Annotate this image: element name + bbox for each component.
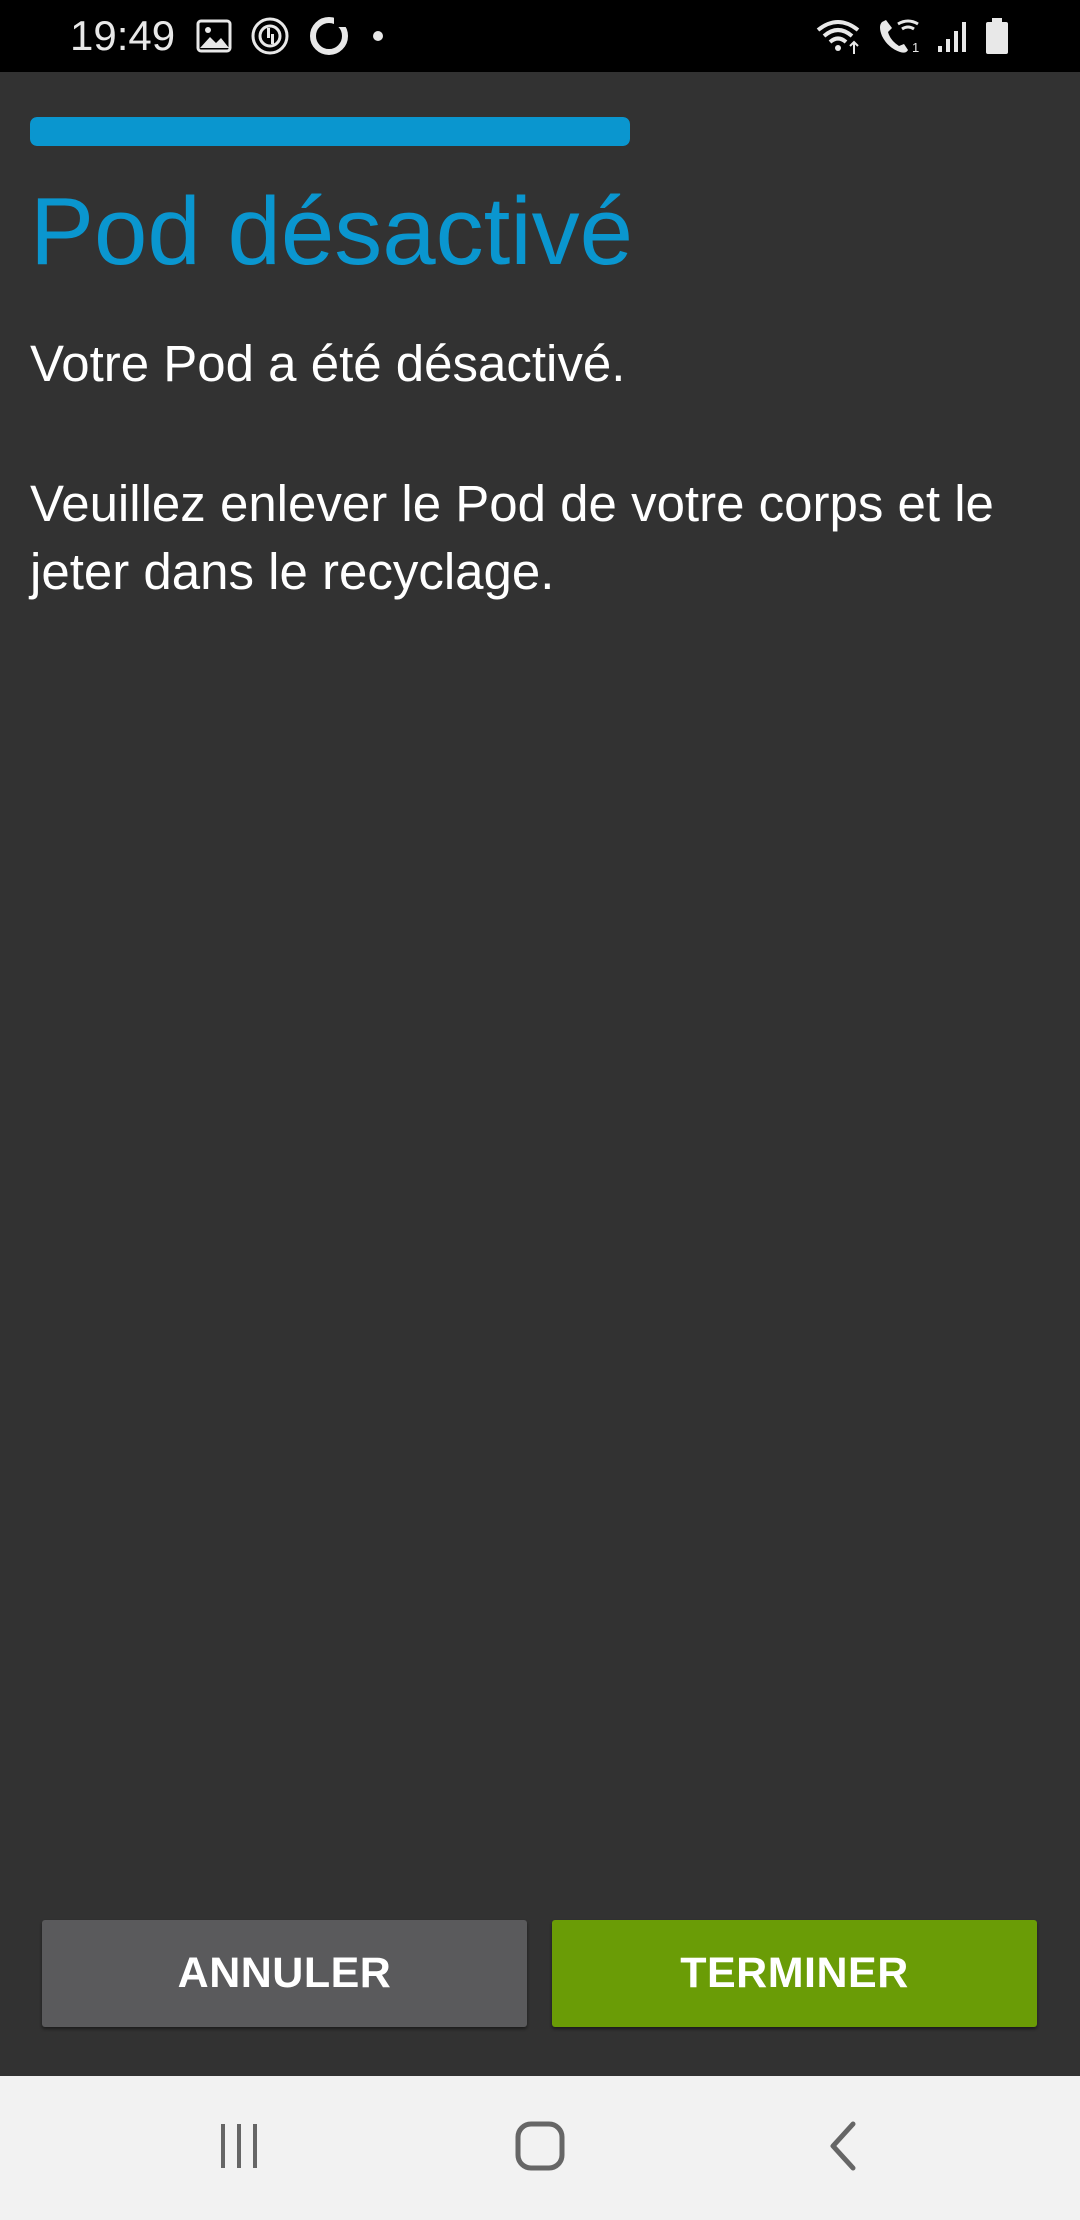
wifi-call-icon: 1 [876, 16, 922, 56]
progress-bar [30, 117, 630, 146]
image-icon [196, 19, 232, 53]
recent-apps-icon [215, 2120, 263, 2177]
cancel-button[interactable]: ANNULER [42, 1920, 527, 2027]
deactivated-message: Votre Pod a été désactivé. [30, 335, 626, 392]
status-time: 19:49 [70, 12, 176, 59]
dot-icon [368, 26, 388, 46]
home-button[interactable] [500, 2116, 580, 2180]
page-title: Pod désactivé [30, 178, 634, 285]
wifi-icon [814, 16, 862, 56]
battery-icon [984, 17, 1010, 55]
home-icon [514, 2120, 566, 2177]
status-left-icons [196, 16, 388, 56]
removal-instructions: Veuillez enlever le Pod de votre corps e… [30, 475, 994, 600]
svg-text:1: 1 [912, 40, 919, 55]
back-button[interactable] [803, 2116, 883, 2180]
status-right-icons: 1 [814, 16, 1010, 56]
screen: 19:49 1 Pod désactivé Votre Pod a été dé… [0, 0, 1080, 2220]
cancel-button-label: ANNULER [177, 1949, 392, 1997]
back-icon [823, 2120, 863, 2177]
sync-icon [250, 16, 290, 56]
finish-button-label: TERMINER [680, 1949, 909, 1997]
progress-bar-fill [30, 117, 630, 146]
navigation-bar [0, 2076, 1080, 2220]
circle-icon [308, 15, 350, 57]
status-bar: 19:49 1 [0, 0, 1080, 72]
signal-icon [936, 18, 970, 54]
recent-apps-button[interactable] [199, 2116, 279, 2180]
finish-button[interactable]: TERMINER [552, 1920, 1037, 2027]
